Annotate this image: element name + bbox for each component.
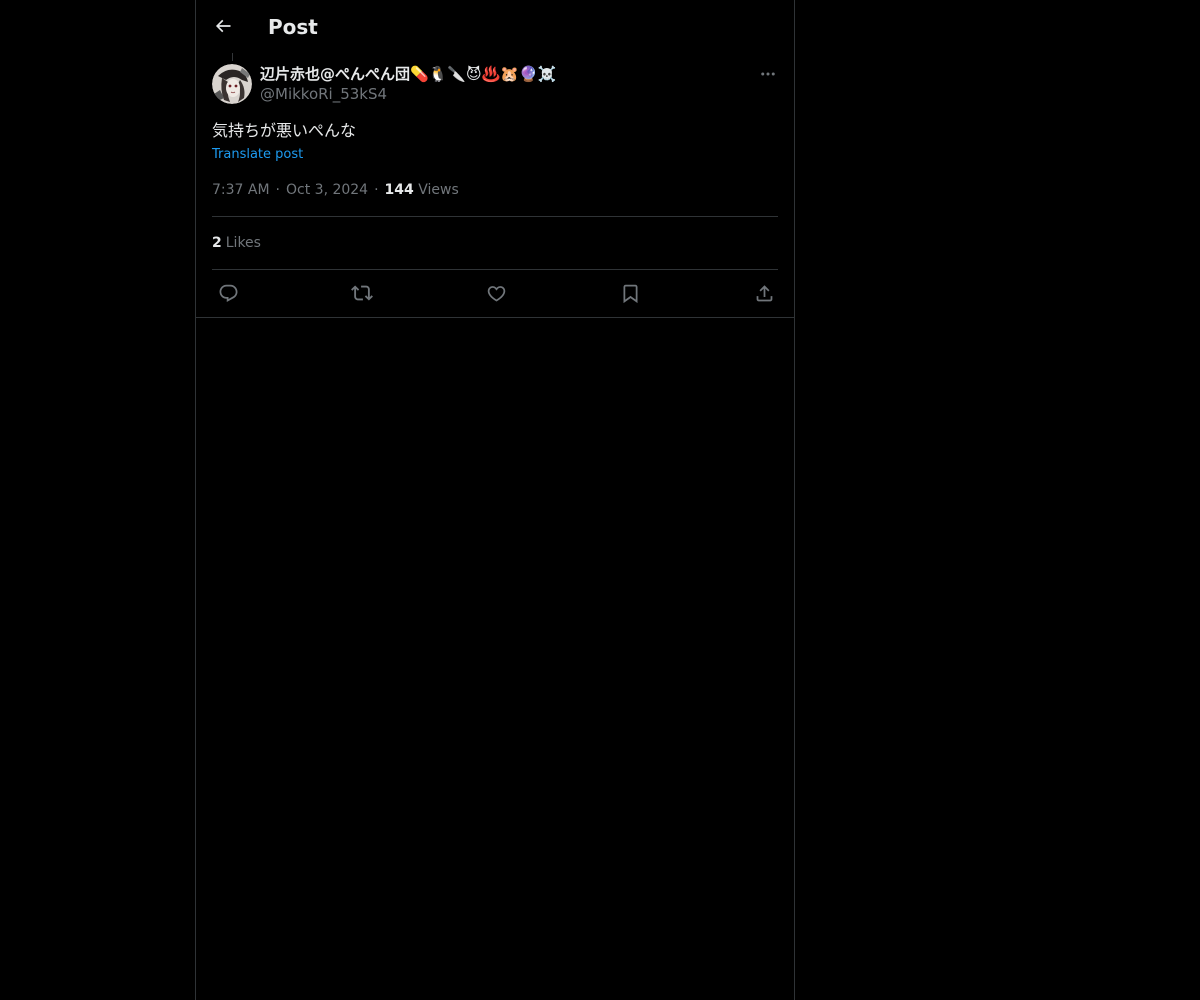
divider: [212, 216, 778, 217]
share-icon: [754, 283, 775, 304]
likes-stat[interactable]: 2 Likes: [212, 233, 261, 253]
meta-separator: ·: [374, 182, 379, 198]
share-button[interactable]: [752, 281, 776, 305]
post-text: 気持ちが悪いぺんな: [212, 121, 357, 140]
heart-icon: [486, 283, 507, 304]
views-label: Views: [418, 182, 459, 198]
more-dots-icon: [759, 65, 777, 83]
bookmark-icon: [620, 283, 641, 304]
arrow-left-icon: [213, 16, 233, 36]
likes-count: 2: [212, 235, 222, 251]
repost-icon: [351, 282, 373, 304]
translate-post-link[interactable]: Translate post: [212, 145, 303, 165]
top-bar: Post: [196, 0, 794, 53]
views-count: 144: [384, 182, 414, 198]
divider: [196, 317, 794, 318]
repost-button[interactable]: [350, 281, 374, 305]
avatar-image-icon: [212, 64, 252, 104]
reply-icon: [218, 283, 239, 304]
post-date[interactable]: Oct 3, 2024: [286, 182, 368, 198]
avatar[interactable]: [212, 64, 252, 104]
post-column: Post 辺片赤也@ぺんぺん団💊🐧🔪😈♨️🐹🔮☠️ @MikkoRi_53kS4…: [195, 0, 795, 1000]
author-handle[interactable]: @MikkoRi_53kS4: [260, 84, 556, 104]
reply-button[interactable]: [216, 281, 240, 305]
back-button[interactable]: [208, 11, 238, 41]
meta-separator: ·: [275, 182, 280, 198]
post-meta: 7:37 AM · Oct 3, 2024 · 144 Views: [212, 180, 459, 200]
divider: [212, 269, 778, 270]
more-options-button[interactable]: [756, 62, 780, 86]
author-block: 辺片赤也@ぺんぺん団💊🐧🔪😈♨️🐹🔮☠️ @MikkoRi_53kS4: [260, 64, 556, 104]
post-time[interactable]: 7:37 AM: [212, 182, 270, 198]
likes-label: Likes: [225, 235, 261, 251]
bookmark-button[interactable]: [618, 281, 642, 305]
thread-connector-line: [232, 53, 233, 61]
author-display-name[interactable]: 辺片赤也@ぺんぺん団💊🐧🔪😈♨️🐹🔮☠️: [260, 64, 556, 84]
page-title: Post: [268, 15, 318, 39]
like-button[interactable]: [484, 281, 508, 305]
